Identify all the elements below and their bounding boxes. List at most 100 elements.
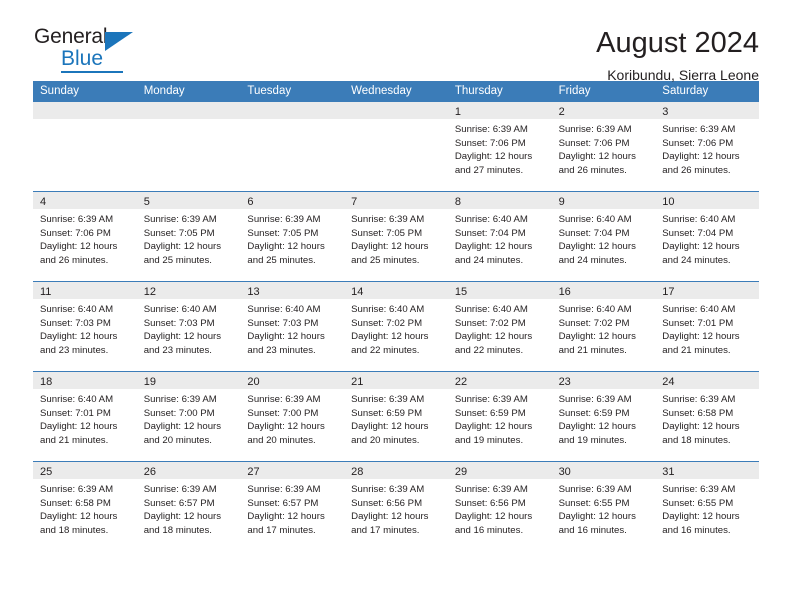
day-detail-line: Sunset: 7:03 PM [247,317,319,329]
day-number: 14 [351,286,364,298]
day-number: 5 [143,196,150,208]
calendar-day-cell[interactable]: 4 Sunrise: 6:39 AM Sunset: 7:06 PM Daylight… [33,192,137,281]
weekday-saturday: Saturday [662,85,709,97]
day-detail-line: and 25 minutes. [247,254,316,266]
calendar-week-row: 25 Sunrise: 6:39 AM Sunset: 6:58 PM Dayligh… [33,461,759,551]
day-detail-block: Sunrise: 6:40 AM Sunset: 7:01 PM Daylight:… [655,299,759,357]
day-number-band: 21 [344,372,448,389]
day-detail-line: and 24 minutes. [454,254,524,266]
day-detail-line: Daylight: 12 hours [351,331,429,343]
day-detail-block: Sunrise: 6:39 AM Sunset: 7:00 PM Daylight:… [240,389,344,447]
calendar-day-cell[interactable]: 1 Sunrise: 6:39 AM Sunset: 7:06 PM Daylight… [447,102,552,191]
calendar-day-cell[interactable]: 14 Sunrise: 6:40 AM Sunset: 7:02 PM Dayligh… [344,282,448,371]
day-number-band: 7 [344,192,448,209]
calendar-day-cell[interactable]: 15 Sunrise: 6:40 AM Sunset: 7:02 PM Dayligh… [447,282,552,371]
day-detail-line: Daylight: 12 hours [40,421,118,433]
day-detail-line: Sunset: 6:56 PM [351,497,423,509]
day-number: 2 [558,106,565,118]
day-detail-line: and 21 minutes. [558,344,627,356]
calendar-day-cell[interactable]: 2 Sunrise: 6:39 AM Sunset: 7:06 PM Daylight… [551,102,656,191]
calendar-day-cell[interactable]: 30 Sunrise: 6:39 AM Sunset: 6:55 PM Dayligh… [551,462,656,551]
day-detail-line: Sunrise: 6:39 AM [351,484,425,495]
day-number: 7 [351,196,358,208]
calendar-day-cell[interactable]: 19 Sunrise: 6:39 AM Sunset: 7:00 PM Dayligh… [136,372,241,461]
day-detail-line: Sunset: 6:56 PM [454,497,526,509]
calendar-day-cell[interactable]: 18 Sunrise: 6:40 AM Sunset: 7:01 PM Dayligh… [33,372,137,461]
day-detail-block: Sunrise: 6:39 AM Sunset: 7:05 PM Daylight:… [137,209,241,267]
day-detail-line: Sunset: 7:05 PM [247,227,319,239]
day-number-band: 12 [136,282,241,299]
calendar-day-cell[interactable]: 24 Sunrise: 6:39 AM Sunset: 6:58 PM Dayligh… [655,372,759,461]
day-number-band: 9 [551,192,656,209]
calendar-day-cell[interactable]: 8 Sunrise: 6:40 AM Sunset: 7:04 PM Daylight… [447,192,552,281]
generalblue-logo[interactable]: General Blue [33,26,153,74]
day-detail-line: and 21 minutes. [40,434,109,446]
day-detail-block: Sunrise: 6:39 AM Sunset: 7:05 PM Daylight:… [240,209,344,267]
day-detail-line: and 20 minutes. [351,434,420,446]
day-detail-line: and 16 minutes. [662,524,731,536]
day-detail-line: and 18 minutes. [40,524,109,536]
calendar-day-cell[interactable]: 29 Sunrise: 6:39 AM Sunset: 6:56 PM Dayligh… [447,462,552,551]
day-detail-line: Daylight: 12 hours [558,241,636,253]
calendar-day-cell[interactable]: 22 Sunrise: 6:39 AM Sunset: 6:59 PM Dayligh… [447,372,552,461]
day-detail-line: and 26 minutes. [662,164,731,176]
calendar-day-cell[interactable]: 21 Sunrise: 6:39 AM Sunset: 6:59 PM Dayligh… [344,372,448,461]
day-number-band: 18 [33,372,137,389]
calendar-day-cell[interactable]: 10 Sunrise: 6:40 AM Sunset: 7:04 PM Dayligh… [655,192,759,281]
day-detail-line: Sunset: 6:58 PM [40,497,111,509]
day-detail-line: Sunrise: 6:40 AM [454,304,528,315]
calendar-week-row: 1 Sunrise: 6:39 AM Sunset: 7:06 PM Daylight… [33,102,759,191]
day-detail-line: Sunrise: 6:39 AM [247,394,321,405]
calendar-day-cell[interactable]: 6 Sunrise: 6:39 AM Sunset: 7:05 PM Daylight… [240,192,345,281]
day-detail-line: Sunrise: 6:39 AM [143,214,217,225]
day-detail-block: Sunrise: 6:39 AM Sunset: 6:59 PM Daylight:… [344,389,448,447]
calendar-day-cell[interactable]: 31 Sunrise: 6:39 AM Sunset: 6:55 PM Dayligh… [655,462,759,551]
logo-underline [61,71,123,73]
day-detail-block: Sunrise: 6:39 AM Sunset: 6:58 PM Daylight:… [33,479,137,537]
day-detail-line: Sunset: 6:58 PM [662,407,734,419]
day-detail-block: Sunrise: 6:39 AM Sunset: 6:55 PM Daylight:… [655,479,759,537]
calendar-day-cell[interactable]: 7 Sunrise: 6:39 AM Sunset: 7:05 PM Daylight… [344,192,448,281]
calendar-day-cell[interactable]: 20 Sunrise: 6:39 AM Sunset: 7:00 PM Dayligh… [240,372,345,461]
day-detail-line: and 26 minutes. [40,254,109,266]
calendar-day-cell[interactable]: 12 Sunrise: 6:40 AM Sunset: 7:03 PM Dayligh… [136,282,241,371]
day-detail-line: Sunset: 7:06 PM [40,227,111,239]
calendar-day-cell[interactable]: 11 Sunrise: 6:40 AM Sunset: 7:03 PM Dayligh… [33,282,137,371]
day-detail-line: Daylight: 12 hours [558,511,636,523]
calendar-day-cell[interactable]: 17 Sunrise: 6:40 AM Sunset: 7:01 PM Dayligh… [655,282,759,371]
calendar-day-cell[interactable]: 23 Sunrise: 6:39 AM Sunset: 6:59 PM Dayligh… [551,372,656,461]
day-detail-line: Sunset: 7:06 PM [558,137,630,149]
calendar-day-cell[interactable]: 9 Sunrise: 6:40 AM Sunset: 7:04 PM Daylight… [551,192,656,281]
day-number: 27 [247,466,260,478]
day-number: 6 [247,196,254,208]
calendar-day-cell[interactable]: 16 Sunrise: 6:40 AM Sunset: 7:02 PM Dayligh… [551,282,656,371]
day-detail-line: Daylight: 12 hours [143,331,222,343]
day-number: 21 [351,376,364,388]
day-detail-line: Daylight: 12 hours [558,151,636,163]
calendar-day-cell[interactable]: 27 Sunrise: 6:39 AM Sunset: 6:57 PM Dayligh… [240,462,345,551]
day-detail-line: and 17 minutes. [247,524,316,536]
day-number: 29 [454,466,468,478]
calendar-day-cell[interactable]: 13 Sunrise: 6:40 AM Sunset: 7:03 PM Dayligh… [240,282,345,371]
calendar-day-cell[interactable]: 25 Sunrise: 6:39 AM Sunset: 6:58 PM Dayligh… [33,462,137,551]
calendar-day-cell[interactable]: 28 Sunrise: 6:39 AM Sunset: 6:56 PM Dayligh… [344,462,448,551]
calendar-day-cell[interactable]: 26 Sunrise: 6:39 AM Sunset: 6:57 PM Dayligh… [136,462,241,551]
day-number: 4 [40,196,47,208]
day-detail-line: Daylight: 12 hours [662,241,740,253]
day-number-band: 4 [33,192,137,209]
day-number: 25 [40,466,53,478]
day-number-band: 28 [344,462,448,479]
day-number-band: 1 [447,102,552,119]
day-detail-line: Daylight: 12 hours [143,511,222,523]
day-number-band: 31 [655,462,759,479]
day-detail-line: Daylight: 12 hours [454,151,533,163]
day-number-band: 17 [655,282,759,299]
day-detail-line: Sunrise: 6:39 AM [558,394,632,405]
calendar-day-cell[interactable]: 5 Sunrise: 6:39 AM Sunset: 7:05 PM Daylight… [136,192,241,281]
calendar-week-row: 18 Sunrise: 6:40 AM Sunset: 7:01 PM Dayligh… [33,371,759,461]
calendar-day-cell[interactable]: 3 Sunrise: 6:39 AM Sunset: 7:06 PM Daylight… [655,102,759,191]
day-number: 3 [662,106,669,118]
day-detail-line: Sunrise: 6:40 AM [662,304,736,315]
day-detail-line: Sunset: 7:05 PM [143,227,215,239]
day-detail-line: Sunrise: 6:39 AM [454,394,528,405]
